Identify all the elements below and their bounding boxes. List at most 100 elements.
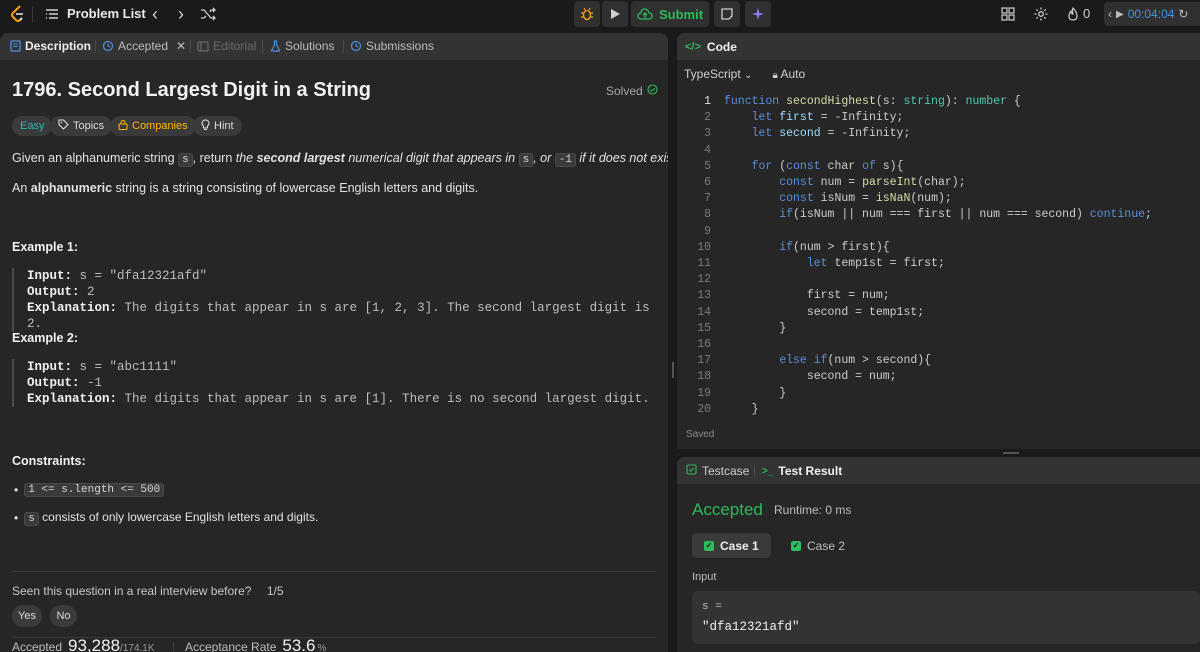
tab-editorial[interactable]: Editorial: [197, 39, 256, 53]
constraints-heading: Constraints:: [12, 454, 86, 468]
token: continue: [1089, 208, 1145, 222]
token: = -Infinity;: [813, 111, 904, 125]
topics-chip[interactable]: Topics: [50, 116, 113, 136]
divider: [12, 571, 656, 572]
divider: [32, 6, 33, 22]
flask-icon: [270, 40, 281, 52]
leetcode-logo-icon[interactable]: [8, 4, 28, 24]
layout-icon[interactable]: [1000, 6, 1016, 22]
inline-code: s: [24, 512, 39, 526]
tab-label: Description: [25, 39, 92, 53]
history-icon: [350, 40, 362, 52]
problem-list-link[interactable]: Problem List: [67, 6, 146, 21]
hint-chip[interactable]: Hint: [193, 116, 242, 136]
streak-flame-icon[interactable]: [1066, 6, 1080, 22]
line-number: 14: [697, 305, 711, 319]
notes-button[interactable]: [714, 1, 740, 27]
ai-assistant-button[interactable]: [745, 1, 771, 27]
debug-button[interactable]: [574, 1, 600, 27]
chevron-left-icon[interactable]: ‹: [1108, 7, 1112, 21]
line-number: 12: [697, 273, 711, 287]
code-editor[interactable]: 1 2 3 4 5 6 7 8 9 10 11 12 13 14 15 16 1…: [677, 94, 1200, 416]
accepted-stat: Accepted 93,288/174.1K: [12, 636, 155, 652]
case-2-tab[interactable]: ✓ Case 2: [779, 533, 857, 558]
tab-testcase[interactable]: Testcase: [686, 464, 749, 478]
example-output-line: Output: -1: [27, 375, 652, 391]
tab-submissions[interactable]: Submissions: [350, 39, 434, 53]
token: const: [779, 176, 821, 189]
tab-accepted[interactable]: Accepted ✕: [102, 39, 186, 53]
no-button[interactable]: No: [50, 605, 77, 627]
token: }: [751, 402, 759, 416]
tag-icon: [58, 119, 69, 133]
timer[interactable]: ‹ ▶ 00:04:04 ↻: [1104, 2, 1200, 26]
example-input-line: Input: s = "dfa12321afd": [27, 268, 652, 284]
line-number: 19: [697, 386, 711, 400]
code-icon: </>: [685, 40, 701, 53]
token: s){: [882, 159, 904, 173]
rate-value: 53.6: [282, 636, 316, 652]
token: let: [751, 111, 780, 125]
token: const: [779, 192, 821, 206]
topics-label: Topics: [73, 120, 105, 132]
value: s = "abc1111": [72, 360, 178, 374]
code-line: }: [724, 386, 786, 402]
tab-test-result[interactable]: >_ Test Result: [762, 464, 842, 478]
line-number: 11: [697, 257, 711, 270]
vertical-resize-handle[interactable]: [672, 362, 674, 378]
yes-button[interactable]: Yes: [12, 605, 42, 627]
tab-divider: [95, 40, 96, 53]
chevron-left-icon[interactable]: ‹: [146, 4, 164, 24]
lightbulb-icon: [201, 118, 210, 134]
problem-list-icon[interactable]: [44, 6, 60, 22]
line-number: 6: [704, 176, 711, 189]
chevron-right-icon[interactable]: ›: [172, 4, 190, 24]
label: Output:: [27, 376, 80, 390]
gear-icon[interactable]: [1033, 6, 1049, 22]
tab-label: Editorial: [213, 39, 257, 53]
shuffle-icon[interactable]: [199, 5, 217, 23]
label: Explanation:: [27, 392, 118, 406]
text: if it does not exist: [575, 151, 668, 165]
line-number: 5: [704, 159, 711, 173]
token: }: [779, 386, 787, 400]
case-1-tab[interactable]: ✓ Case 1: [692, 533, 771, 558]
line-number: 20: [697, 402, 711, 416]
close-icon[interactable]: ✕: [176, 39, 186, 53]
text: consists of only lowercase English lette…: [38, 510, 319, 524]
text: , or: [533, 151, 555, 165]
code-line: second = temp1st;: [724, 305, 924, 321]
tab-divider: [754, 465, 755, 477]
check-icon: ✓: [704, 540, 714, 551]
input-value: "dfa12321afd": [702, 620, 800, 634]
run-button[interactable]: [602, 1, 628, 27]
example-heading: Example 1:: [12, 240, 79, 254]
divider: [173, 642, 174, 652]
result-panel: Testcase >_ Test Result Accepted Runtime…: [677, 457, 1200, 652]
horizontal-resize-handle[interactable]: [1003, 452, 1019, 454]
code-line: const isNum = isNaN(num);: [724, 191, 952, 207]
play-icon[interactable]: ▶: [1116, 9, 1124, 20]
text: string is a string consisting of lowerca…: [112, 181, 479, 195]
token: (num);: [910, 192, 952, 206]
auto-mode[interactable]: 🔒︎ Auto: [772, 67, 805, 81]
tab-description[interactable]: Description: [10, 39, 91, 53]
lock-icon: 🔒︎: [772, 70, 778, 81]
companies-chip[interactable]: Companies: [110, 116, 196, 136]
reset-icon[interactable]: ↻: [1178, 7, 1188, 21]
submit-button[interactable]: Submit: [631, 1, 709, 27]
tab-solutions[interactable]: Solutions: [270, 39, 334, 53]
check-circle-icon: [647, 84, 658, 98]
code-title: Code: [706, 39, 737, 54]
input-variable: s =: [702, 601, 722, 613]
token: }: [779, 321, 787, 335]
problem-title[interactable]: 1796. Second Largest Digit in a String: [12, 79, 371, 102]
code-line: let second = -Infinity;: [724, 126, 911, 142]
label: Input:: [27, 360, 73, 374]
hint-label: Hint: [214, 120, 234, 132]
top-bar: Problem List ‹ › Submit 0 ‹ ▶ 00:04:04 ↻: [0, 0, 1200, 28]
text: the: [235, 151, 257, 165]
language-select[interactable]: TypeScript ⌄: [684, 67, 752, 81]
token: = -Infinity;: [820, 127, 911, 141]
cloud-upload-icon: [637, 7, 653, 21]
